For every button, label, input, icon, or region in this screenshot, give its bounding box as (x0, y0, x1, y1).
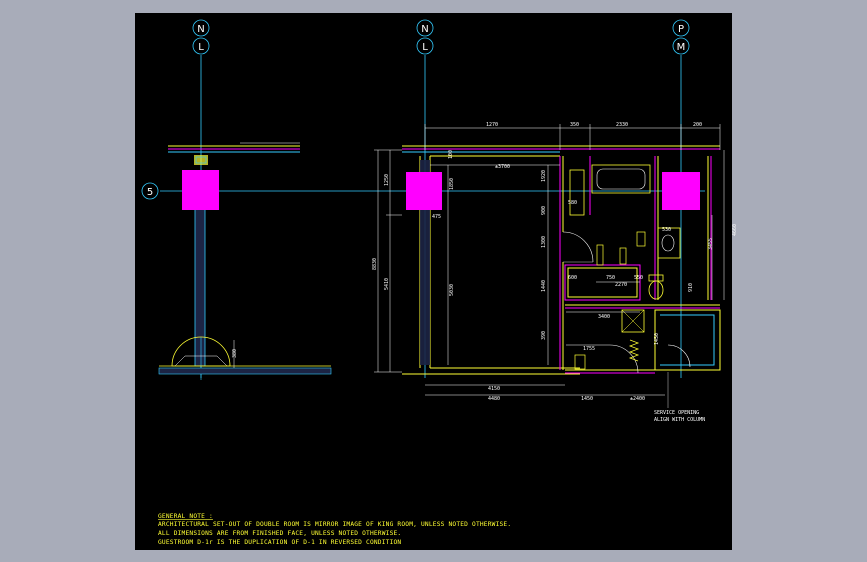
dim-900: 900 (541, 206, 547, 215)
grid-label-col3-top: P (678, 24, 684, 35)
notes-line2: ALL DIMENSIONS ARE FROM FINISHED FACE, U… (158, 530, 401, 537)
callout-line1: SERVICE OPENING (654, 410, 699, 416)
dim-4480: 4480 (488, 396, 500, 402)
dim-200: 200 (693, 122, 702, 128)
grid-label-col3-bottom: M (677, 42, 686, 53)
grid-label-col1-bottom: L (198, 42, 204, 53)
section-detail: 380 (158, 142, 332, 380)
dim-1440: 1440 (541, 280, 547, 292)
grid-label-col2-bottom: L (422, 42, 428, 53)
dim-1250: 1250 (384, 174, 390, 186)
column-left (182, 170, 219, 210)
dim-2400: ±2400 (630, 396, 645, 402)
door-swing-bath (562, 231, 594, 263)
dim-910: 910 (688, 283, 694, 292)
dim-3700: ±3700 (495, 164, 510, 170)
dim-5030: 5030 (449, 284, 455, 296)
dim-1300: 1300 (541, 236, 547, 248)
wardrobe (569, 169, 585, 216)
dim-390: 390 (541, 331, 547, 340)
dim-4150: 4150 (488, 386, 500, 392)
grid-label-col1-top: N (197, 24, 204, 35)
dim-1850: 1850 (449, 178, 455, 190)
dim-580: 580 (568, 200, 577, 206)
toilet (648, 280, 664, 300)
dim-530: 530 (662, 227, 671, 233)
notes-line3: GUESTROOM D-1r IS THE DUPLICATION OF D-1… (158, 539, 401, 546)
dim-1270: 1270 (486, 122, 498, 128)
floor-plan: 1270 350 2330 200 8830 1250 5410 1850 50… (372, 122, 738, 423)
dim-1920: 1920 (541, 170, 547, 182)
dim-600: 600 (568, 275, 577, 281)
dim-350: 350 (570, 122, 579, 128)
dim-3400: 3400 (598, 314, 610, 320)
dim-475: 475 (432, 214, 441, 220)
dim-100: 100 (448, 150, 454, 159)
dim-2330: 2330 (616, 122, 628, 128)
column-right (662, 172, 700, 210)
dim-3455: 3455 (708, 238, 714, 250)
notes-heading: GENERAL NOTE : (158, 513, 213, 520)
notes-line1: ARCHITECTURAL SET-OUT OF DOUBLE ROOM IS … (158, 521, 511, 528)
dim-4660: 4660 (732, 224, 738, 236)
dim-1755: 1755 (583, 346, 595, 352)
dim-8830: 8830 (372, 258, 378, 270)
grid-label-col2-top: N (421, 24, 428, 35)
dim-750: 750 (606, 275, 615, 281)
grid-label-row5: 5 (147, 187, 153, 198)
general-notes: GENERAL NOTE : ARCHITECTURAL SET-OUT OF … (158, 513, 511, 546)
dim-380: 380 (232, 349, 238, 358)
dim-5410: 5410 (384, 278, 390, 290)
dim-2270: 2270 (615, 282, 627, 288)
dim-550: 550 (634, 275, 643, 281)
callout-line2: ALIGN WITH COLUMN (654, 417, 705, 423)
column-mid (406, 172, 442, 210)
dim-1450-bottom: 1450 (581, 396, 593, 402)
dim-1450-bath: 1450 (654, 333, 660, 345)
cad-viewport[interactable]: N L N L P M 5 380 1270 350 2330 200 8830… (0, 0, 867, 562)
floor-plan-drawing: N L N L P M 5 380 1270 350 2330 200 8830… (141, 19, 738, 546)
